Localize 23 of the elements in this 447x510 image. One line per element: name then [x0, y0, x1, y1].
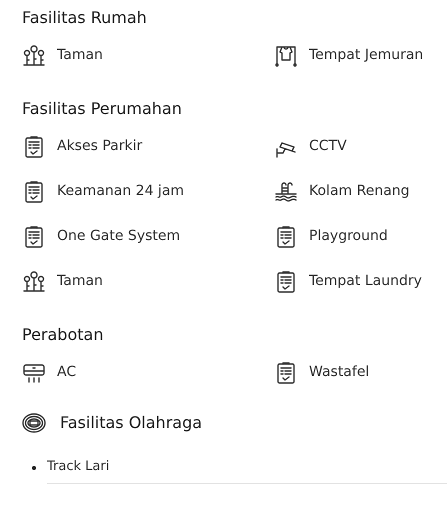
- facility-label: Akses Parkir: [57, 137, 142, 156]
- facility-label: Kolam Renang: [309, 182, 410, 201]
- section-heading: Fasilitas Perumahan: [22, 98, 183, 120]
- facility-label: CCTV: [309, 137, 347, 156]
- facility-label: Tempat Laundry: [309, 272, 422, 291]
- facility-label: One Gate System: [57, 227, 180, 246]
- section-heading: Fasilitas Rumah: [22, 7, 148, 29]
- facility-label: Taman: [57, 46, 103, 65]
- bullet-icon: [32, 466, 36, 470]
- running-track-icon: [22, 413, 46, 433]
- facility-label: Taman: [57, 272, 103, 291]
- facility-label: Playground: [309, 227, 388, 246]
- flowers-icon: [22, 270, 46, 294]
- flowers-icon: [22, 44, 46, 68]
- clothes-rack-icon: [274, 44, 298, 68]
- facility-label: Keamanan 24 jam: [57, 182, 184, 201]
- sport-item: Track Lari: [47, 453, 447, 484]
- section-heading: Perabotan: [22, 324, 104, 346]
- section-heading: Fasilitas Olahraga: [60, 412, 202, 434]
- pool-icon: [274, 180, 298, 204]
- facility-label: Wastafel: [309, 363, 370, 382]
- facility-label: Tempat Jemuran: [309, 46, 424, 65]
- facility-label: AC: [57, 363, 76, 382]
